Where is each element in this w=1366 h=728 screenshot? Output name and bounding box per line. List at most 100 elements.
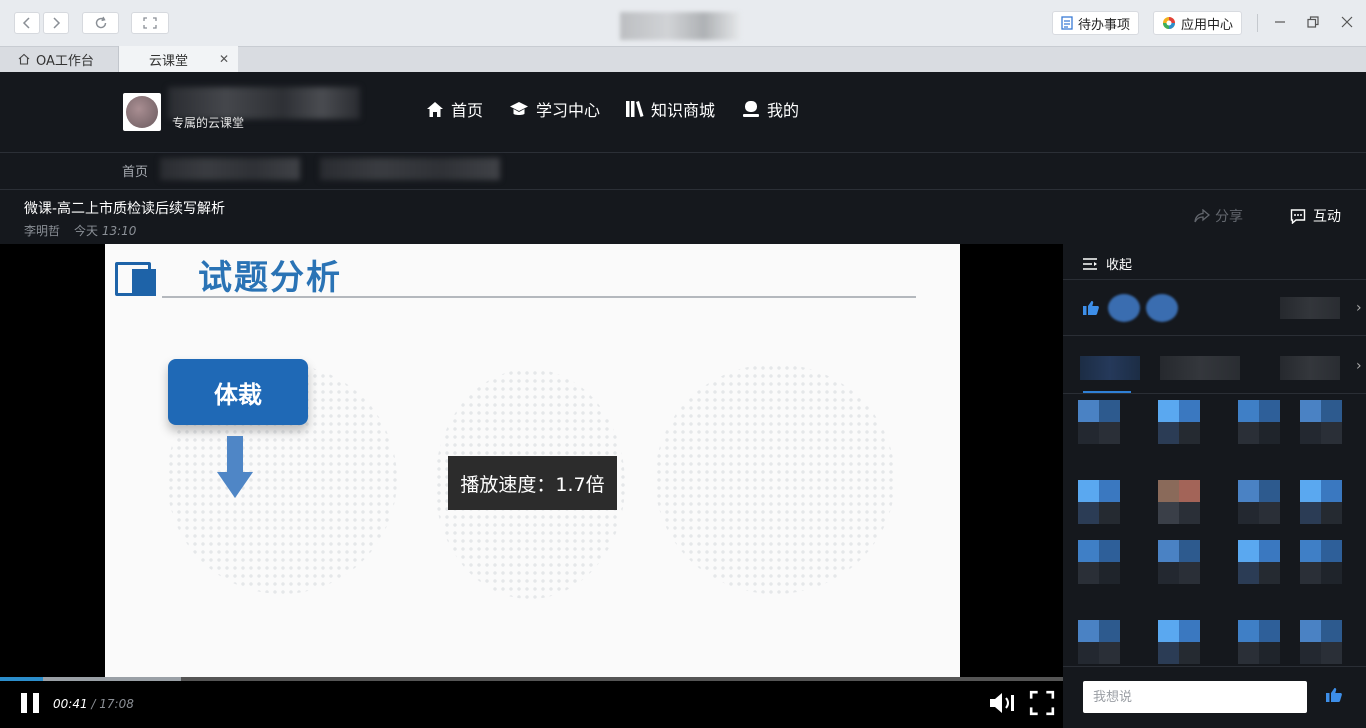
video-date: 今天 13:10	[74, 222, 136, 239]
pixel-block	[1078, 400, 1099, 422]
pixel-block	[1238, 502, 1259, 524]
pixel-block	[1078, 562, 1099, 584]
restore-button[interactable]	[1303, 12, 1323, 32]
slide-tag: 体裁	[168, 359, 308, 425]
scroll-right-icon[interactable]: ›	[1356, 358, 1366, 380]
expand-icon	[143, 17, 157, 29]
pixel-block	[1099, 540, 1120, 562]
collapse-button[interactable]: 收起	[1082, 254, 1132, 273]
time-display: 00:41 / 17:08	[53, 697, 134, 711]
pixel-block	[1078, 422, 1099, 444]
nav-home[interactable]: 首页	[426, 98, 483, 120]
pixel-block	[1259, 480, 1280, 502]
sidebar-tab-redacted[interactable]	[1280, 356, 1340, 380]
graduation-cap-icon	[510, 101, 528, 115]
chevron-left-icon	[22, 17, 30, 29]
pixel-block	[1259, 642, 1280, 664]
app-center-label: 应用中心	[1181, 17, 1234, 33]
app-center-button[interactable]: 应用中心	[1153, 11, 1243, 35]
refresh-button[interactable]	[82, 12, 119, 34]
down-arrow-icon	[217, 436, 253, 498]
user-icon	[743, 101, 759, 117]
todo-label: 待办事项	[1078, 17, 1131, 33]
participant-avatar-redacted	[1078, 400, 1120, 444]
pixel-block	[1300, 540, 1321, 562]
back-button[interactable]	[14, 12, 40, 34]
pixel-block	[1158, 540, 1179, 562]
pixel-block	[1321, 400, 1342, 422]
home-icon	[18, 53, 30, 65]
pixel-block	[1321, 620, 1342, 642]
pixel-block	[1158, 400, 1179, 422]
participant-avatar-redacted	[1158, 620, 1200, 664]
pixel-block	[1078, 642, 1099, 664]
pixel-block	[1099, 480, 1120, 502]
pause-icon-bar	[21, 693, 27, 713]
pixel-block	[1321, 540, 1342, 562]
interact-button[interactable]: 互动	[1290, 206, 1341, 226]
sidebar-divider	[1063, 335, 1366, 336]
pixel-block	[1321, 422, 1342, 444]
volume-icon[interactable]	[988, 690, 1016, 716]
globe-graphic	[655, 364, 895, 594]
video-title: 微课-高二上市质检读后续写解析	[24, 201, 226, 217]
pixel-block	[1099, 502, 1120, 524]
video-meta: 李明哲 今天 13:10	[24, 222, 136, 239]
thumbs-up-icon[interactable]	[1325, 687, 1343, 703]
slide-title: 试题分析	[198, 258, 342, 298]
pixel-block	[1300, 642, 1321, 664]
sidebar-tab-redacted[interactable]	[1160, 356, 1240, 380]
pixel-block	[1238, 562, 1259, 584]
participant-avatar-redacted	[1238, 620, 1280, 664]
window-title-redacted	[620, 12, 740, 40]
share-button[interactable]: 分享	[1194, 206, 1243, 226]
slide-title-underline	[162, 296, 916, 298]
tab-cloud-classroom[interactable]: 云课堂 ✕	[119, 46, 238, 72]
breadcrumb-redacted	[160, 158, 300, 180]
share-icon	[1194, 209, 1210, 223]
video-date-label: 今天	[74, 224, 99, 238]
tab-oa-workbench[interactable]: OA工作台	[0, 46, 118, 72]
tab-label: 云课堂	[149, 53, 189, 69]
pixel-block	[1300, 562, 1321, 584]
breadcrumb-home[interactable]: 首页	[122, 161, 148, 180]
pixel-block	[1300, 400, 1321, 422]
pixel-block	[1158, 422, 1179, 444]
site-logo[interactable]	[123, 93, 161, 131]
nav-mine[interactable]: 我的	[742, 98, 799, 120]
pixel-block	[1099, 562, 1120, 584]
comment-input[interactable]	[1083, 681, 1307, 713]
scroll-right-icon[interactable]: ›	[1356, 300, 1366, 322]
minimize-button[interactable]	[1270, 12, 1290, 32]
participant-avatar-redacted	[1300, 620, 1342, 664]
nav-learning-center[interactable]: 学习中心	[509, 98, 600, 120]
liker-avatar-redacted	[1108, 294, 1140, 322]
todo-button[interactable]: 待办事项	[1052, 11, 1140, 35]
pixel-block	[1238, 540, 1259, 562]
sidebar-tab-redacted[interactable]	[1080, 356, 1140, 380]
nav-knowledge-mall[interactable]: 知识商城	[625, 98, 715, 120]
forward-button[interactable]	[43, 12, 69, 34]
tab-close-icon[interactable]: ✕	[219, 52, 229, 66]
tab-label: OA工作台	[36, 53, 94, 69]
sidebar-divider	[1063, 393, 1366, 394]
pause-button[interactable]	[21, 693, 39, 713]
fullscreen-button[interactable]	[131, 12, 169, 34]
app-center-icon	[1163, 17, 1175, 29]
video-author: 李明哲	[24, 224, 61, 238]
participant-avatar-redacted	[1238, 480, 1280, 524]
close-window-button[interactable]	[1337, 12, 1357, 32]
pixel-block	[1158, 480, 1179, 502]
pixel-block	[1158, 562, 1179, 584]
participant-avatar-redacted	[1238, 540, 1280, 584]
pixel-block	[1300, 422, 1321, 444]
player-controls	[0, 681, 1063, 728]
pixel-block	[1099, 642, 1120, 664]
liker-names-redacted	[1280, 297, 1340, 319]
playback-speed-tooltip: 播放速度：1.7倍	[448, 456, 617, 510]
pixel-block	[1179, 480, 1200, 502]
thumbs-up-icon[interactable]	[1082, 300, 1100, 316]
fullscreen-icon[interactable]	[1028, 690, 1056, 716]
participant-avatar-redacted	[1300, 400, 1342, 444]
pixel-block	[1099, 400, 1120, 422]
